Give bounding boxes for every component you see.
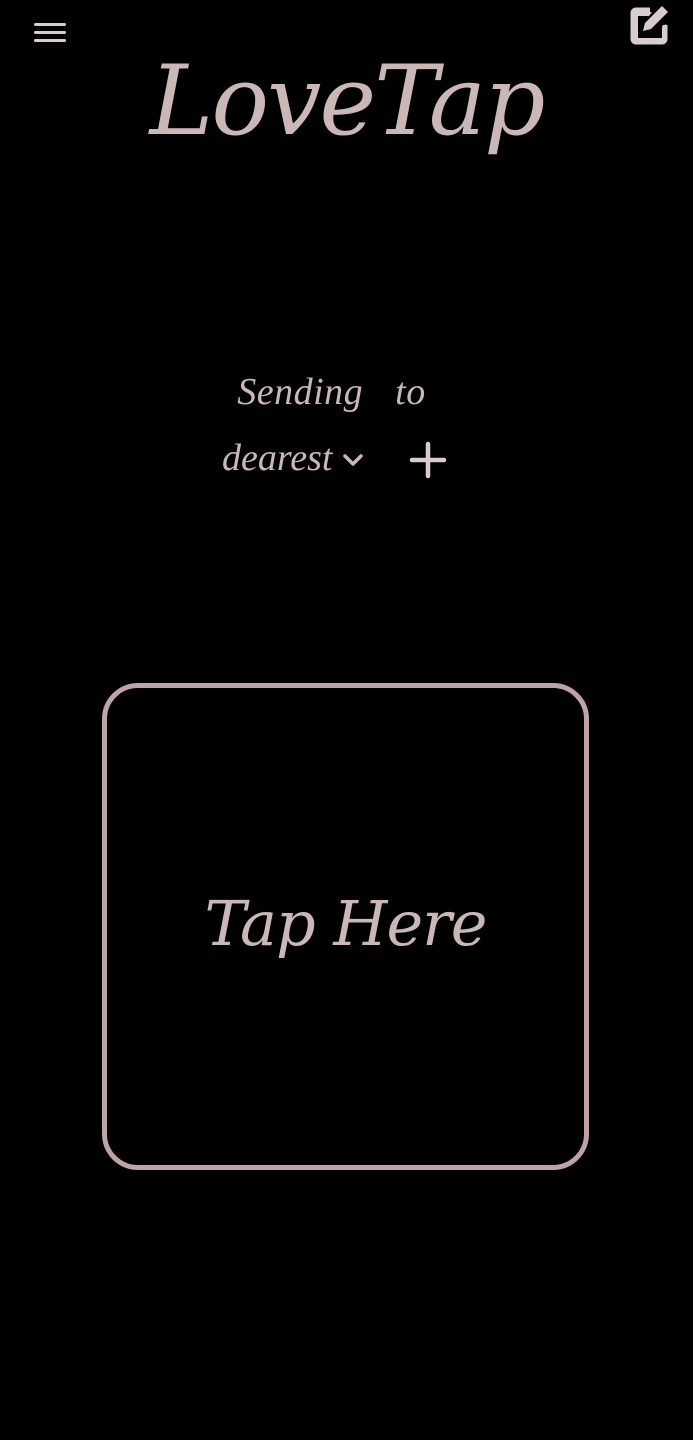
tap-area-button[interactable]: Tap Here <box>102 683 589 1170</box>
plus-icon <box>409 441 447 479</box>
hamburger-menu-icon-line <box>34 23 66 26</box>
chevron-down-icon <box>343 454 364 466</box>
recipient-selected-value: dearest <box>222 437 333 479</box>
tap-here-label: Tap Here <box>204 887 488 960</box>
app-title: LoveTap <box>149 45 546 157</box>
sending-to-label: Sending to <box>237 371 426 413</box>
add-recipient-button[interactable] <box>406 438 450 482</box>
hamburger-menu-icon-line <box>34 31 66 34</box>
recipient-dropdown[interactable]: dearest <box>214 428 382 488</box>
